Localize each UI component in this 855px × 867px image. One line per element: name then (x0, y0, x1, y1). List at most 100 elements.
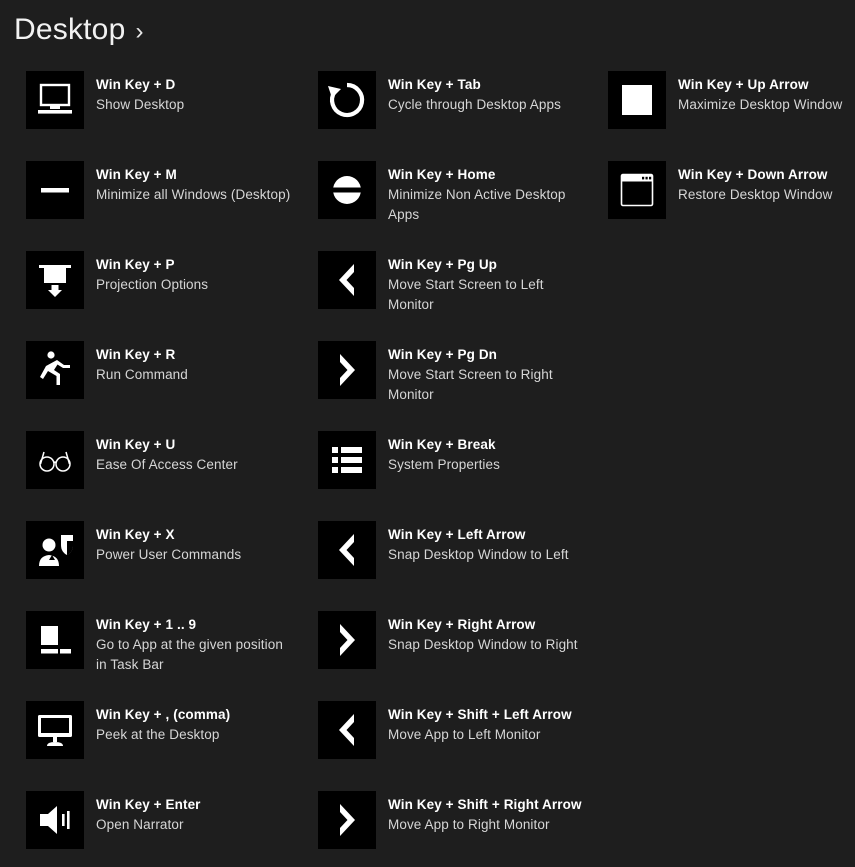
page-title: Desktop (14, 13, 126, 46)
breadcrumb[interactable]: Desktop › (14, 12, 143, 50)
shortcut-description: Minimize all Windows (Desktop) (96, 187, 291, 202)
shortcut-tile[interactable]: Win Key + D Show Desktop (26, 71, 184, 129)
chevron-right-icon (318, 341, 376, 399)
shortcut-text: Win Key + Shift + Left Arrow Move App to … (388, 701, 572, 745)
shortcut-text: Win Key + M Minimize all Windows (Desktop… (96, 161, 290, 205)
shortcut-text: Win Key + Enter Open Narrator (96, 791, 201, 835)
start-screen-shortcuts-page: Desktop › Win Key + D Show Desktop Win Key… (0, 0, 855, 867)
shortcut-text: Win Key + Up Arrow Maximize Desktop Windo… (678, 71, 842, 115)
shortcut-keys: Win Key + Up Arrow (678, 77, 809, 92)
monitor-peek-icon (26, 701, 84, 759)
chevron-left-icon (318, 251, 376, 309)
shortcut-keys: Win Key + Enter (96, 797, 201, 812)
shortcut-description: Open Narrator (96, 817, 184, 832)
shortcut-description: System Properties (388, 457, 500, 472)
shortcut-keys: Win Key + U (96, 437, 176, 452)
shortcut-description: Move App to Left Monitor (388, 727, 541, 742)
shortcut-text: Win Key + Break System Properties (388, 431, 500, 475)
chevron-left-icon (318, 701, 376, 759)
shortcut-keys: Win Key + Shift + Right Arrow (388, 797, 582, 812)
shortcut-text: Win Key + Pg Up Move Start Screen to Left… (388, 251, 584, 315)
list-properties-icon (318, 431, 376, 489)
shortcut-keys: Win Key + Pg Dn (388, 347, 498, 362)
shortcut-description: Show Desktop (96, 97, 185, 112)
shortcut-text: Win Key + U Ease Of Access Center (96, 431, 238, 475)
shortcut-description: Move Start Screen to Left Monitor (388, 277, 544, 312)
shortcut-description: Ease Of Access Center (96, 457, 238, 472)
shortcut-description: Move App to Right Monitor (388, 817, 550, 832)
shortcut-tile[interactable]: Win Key + Right Arrow Snap Desktop Window… (318, 611, 578, 669)
shortcut-text: Win Key + D Show Desktop (96, 71, 184, 115)
shortcut-text: Win Key + P Projection Options (96, 251, 208, 295)
shortcut-text: Win Key + , (comma) Peek at the Desktop (96, 701, 230, 745)
cycle-rotate-icon (318, 71, 376, 129)
filled-square-maximize-icon (608, 71, 666, 129)
shortcut-tile[interactable]: Win Key + Home Minimize Non Active Deskto… (318, 161, 584, 225)
shortcut-tile[interactable]: Win Key + Pg Dn Move Start Screen to Righ… (318, 341, 584, 405)
shortcut-keys: Win Key + Shift + Left Arrow (388, 707, 572, 722)
speaker-narrator-icon (26, 791, 84, 849)
shortcut-keys: Win Key + M (96, 167, 177, 182)
shortcut-keys: Win Key + Pg Up (388, 257, 498, 272)
shortcut-text: Win Key + X Power User Commands (96, 521, 241, 565)
shortcut-keys: Win Key + 1 .. 9 (96, 617, 197, 632)
window-restore-icon (608, 161, 666, 219)
shortcut-keys: Win Key + P (96, 257, 175, 272)
shortcut-description: Power User Commands (96, 547, 242, 562)
eyeglasses-icon (26, 431, 84, 489)
shortcut-tile[interactable]: Win Key + Left Arrow Snap Desktop Window … (318, 521, 569, 579)
shortcut-tile[interactable]: Win Key + Tab Cycle through Desktop Apps (318, 71, 561, 129)
shortcut-keys: Win Key + Left Arrow (388, 527, 526, 542)
shortcut-tile[interactable]: Win Key + Enter Open Narrator (26, 791, 201, 849)
shortcut-description: Maximize Desktop Window (678, 97, 843, 112)
chevron-right-icon (318, 611, 376, 669)
shortcut-tile[interactable]: Win Key + Pg Up Move Start Screen to Left… (318, 251, 584, 315)
shortcut-text: Win Key + Pg Dn Move Start Screen to Righ… (388, 341, 584, 405)
shortcut-description: Cycle through Desktop Apps (388, 97, 561, 112)
user-shield-icon (26, 521, 84, 579)
shortcut-description: Peek at the Desktop (96, 727, 220, 742)
chevron-right-icon[interactable]: › (135, 14, 143, 50)
running-person-icon (26, 341, 84, 399)
shortcut-keys: Win Key + Home (388, 167, 496, 182)
shortcut-text: Win Key + Left Arrow Snap Desktop Window … (388, 521, 569, 565)
shortcut-keys: Win Key + D (96, 77, 176, 92)
shortcut-tile[interactable]: Win Key + M Minimize all Windows (Desktop… (26, 161, 290, 219)
shortcut-tile[interactable]: Win Key + Break System Properties (318, 431, 500, 489)
shortcut-tile[interactable]: Win Key + U Ease Of Access Center (26, 431, 238, 489)
shortcut-tile[interactable]: Win Key + 1 .. 9 Go to App at the given p… (26, 611, 292, 675)
shortcut-description: Minimize Non Active Desktop Apps (388, 187, 566, 222)
minimize-bar-icon (26, 161, 84, 219)
shortcut-keys: Win Key + Tab (388, 77, 481, 92)
shortcut-tile[interactable]: Win Key + R Run Command (26, 341, 188, 399)
shortcut-description: Snap Desktop Window to Left (388, 547, 569, 562)
shortcut-description: Go to App at the given position in Task … (96, 637, 283, 672)
taskbar-app-position-icon (26, 611, 84, 669)
shortcut-text: Win Key + Shift + Right Arrow Move App to… (388, 791, 582, 835)
chevron-left-icon (318, 521, 376, 579)
shortcut-keys: Win Key + Down Arrow (678, 167, 828, 182)
shortcut-description: Move Start Screen to Right Monitor (388, 367, 553, 402)
shortcut-tile[interactable]: Win Key + P Projection Options (26, 251, 208, 309)
shortcut-tile[interactable]: Win Key + Up Arrow Maximize Desktop Windo… (608, 71, 842, 129)
shortcut-tile[interactable]: Win Key + , (comma) Peek at the Desktop (26, 701, 230, 759)
shortcut-description: Run Command (96, 367, 188, 382)
shortcut-keys: Win Key + , (comma) (96, 707, 231, 722)
shortcut-description: Projection Options (96, 277, 209, 292)
shortcut-description: Restore Desktop Window (678, 187, 833, 202)
shortcut-tile[interactable]: Win Key + Shift + Right Arrow Move App to… (318, 791, 582, 849)
shortcut-tile[interactable]: Win Key + Shift + Left Arrow Move App to … (318, 701, 572, 759)
shortcut-keys: Win Key + X (96, 527, 175, 542)
chevron-right-icon (318, 791, 376, 849)
shortcut-tile[interactable]: Win Key + Down Arrow Restore Desktop Wind… (608, 161, 833, 219)
monitor-show-desktop-icon (26, 71, 84, 129)
projector-screen-icon (26, 251, 84, 309)
shortcut-text: Win Key + Right Arrow Snap Desktop Window… (388, 611, 578, 655)
shortcut-text: Win Key + 1 .. 9 Go to App at the given p… (96, 611, 292, 675)
circle-minimize-icon (318, 161, 376, 219)
shortcut-text: Win Key + Tab Cycle through Desktop Apps (388, 71, 561, 115)
shortcut-tile[interactable]: Win Key + X Power User Commands (26, 521, 241, 579)
shortcut-keys: Win Key + Break (388, 437, 496, 452)
shortcut-grid: Win Key + D Show Desktop Win Key + M Minimi… (0, 60, 855, 867)
shortcut-keys: Win Key + R (96, 347, 176, 362)
